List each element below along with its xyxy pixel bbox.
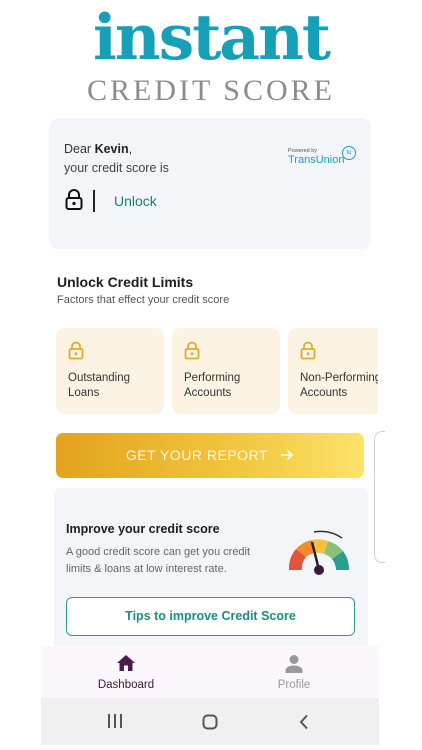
app-logo-instant: instant (92, 0, 331, 74)
improve-title: Improve your credit score (66, 522, 220, 536)
lock-icon (300, 341, 316, 360)
credit-gauge-icon (288, 530, 350, 575)
factor-label: Outstanding Loans (68, 372, 131, 399)
app-logo-credit-score: CREDIT SCORE (87, 74, 335, 107)
user-name: Kevin (94, 142, 129, 156)
lock-icon (65, 189, 83, 210)
improve-description: A good credit score can get you credit li… (66, 546, 251, 575)
arrow-right-icon (281, 449, 294, 461)
nav-item-profile[interactable]: Profile (234, 646, 354, 698)
person-icon (285, 655, 303, 673)
unlock-score-link[interactable]: Unlock (114, 193, 157, 209)
unlock-limits-subtitle: Factors that effect your credit score (57, 294, 230, 306)
back-icon[interactable] (299, 714, 309, 730)
factor-card-non-performing-accounts[interactable]: Non-Performing Accounts (288, 328, 378, 414)
home-icon (117, 655, 135, 671)
improve-score-card: Improve your credit score A good credit … (54, 488, 368, 648)
score-subtitle: your credit score is (64, 161, 169, 175)
divider (93, 190, 95, 212)
home-circle-icon[interactable] (202, 714, 218, 730)
lock-icon (68, 341, 84, 360)
side-panel-edge (374, 431, 385, 563)
factor-card-outstanding-loans[interactable]: Outstanding Loans (56, 328, 164, 414)
factor-label: Non-Performing Accounts (300, 372, 378, 399)
unlock-limits-title: Unlock Credit Limits (57, 274, 194, 290)
recent-apps-icon[interactable] (107, 714, 123, 728)
factor-label: Performing Accounts (184, 372, 241, 399)
nav-item-dashboard[interactable]: Dashboard (66, 646, 186, 698)
tips-improve-button[interactable]: Tips to improve Credit Score (66, 597, 355, 636)
transunion-logo: TransUnion (288, 154, 345, 166)
nav-label-dashboard: Dashboard (97, 679, 155, 691)
get-report-button[interactable]: GET YOUR REPORT (56, 433, 364, 478)
credit-score-card: Dear Kevin, your credit score is Powered… (49, 118, 371, 249)
bottom-navigation: Dashboard Profile (41, 646, 379, 698)
nav-label-profile: Profile (277, 679, 311, 691)
factors-carousel[interactable]: Outstanding Loans Performing Accounts Non-… (56, 328, 378, 414)
transunion-badge-icon: tu (342, 146, 356, 160)
greeting: Dear Kevin, (64, 142, 133, 156)
factor-card-performing-accounts[interactable]: Performing Accounts (172, 328, 280, 414)
system-navigation-bar (41, 698, 379, 745)
lock-icon (184, 341, 200, 360)
